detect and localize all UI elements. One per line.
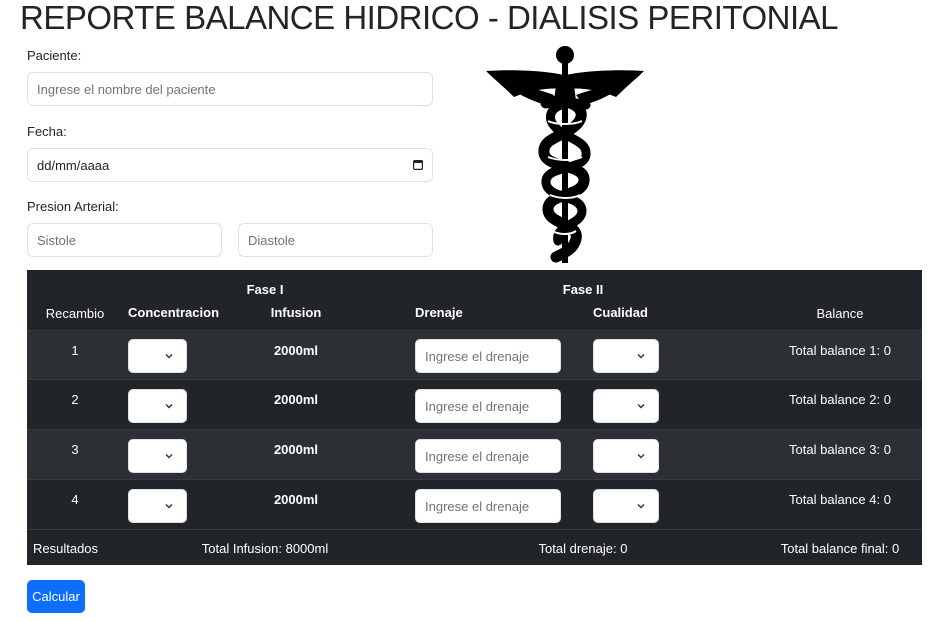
phase1-header: Fase I: [246, 282, 284, 297]
infusion-value: 2000ml: [273, 392, 319, 407]
row-balance: Total balance 1: 0: [789, 343, 891, 358]
chevron-down-icon: [165, 453, 173, 459]
chevron-down-icon: [637, 453, 645, 459]
col-infusion: Infusion: [270, 305, 322, 320]
concentration-select[interactable]: [128, 489, 187, 523]
drain-input[interactable]: Ingrese el drenaje: [415, 489, 561, 523]
table-header: Fase I Fase II Recambio Concentracion In…: [27, 270, 922, 330]
col-drenaje: Drenaje: [415, 305, 463, 320]
col-cualidad: Cualidad: [593, 305, 648, 320]
blood-pressure-label: Presion Arterial:: [27, 199, 119, 214]
col-balance: Balance: [816, 306, 864, 321]
drain-input[interactable]: Ingrese el drenaje: [415, 389, 561, 423]
drain-input[interactable]: Ingrese el drenaje: [415, 439, 561, 473]
infusion-value: 2000ml: [273, 442, 319, 457]
calendar-icon[interactable]: [413, 159, 423, 170]
date-placeholder: dd/mm/aaaa: [37, 157, 110, 173]
infusion-value: 2000ml: [273, 492, 319, 507]
quality-select[interactable]: [593, 389, 659, 423]
results-row: Resultados Total Infusion: 8000ml Total …: [27, 529, 922, 566]
row-number: 1: [71, 343, 79, 358]
calculate-button[interactable]: Calcular: [27, 580, 85, 613]
row-balance: Total balance 4: 0: [789, 492, 891, 507]
results-label: Resultados: [33, 541, 99, 556]
quality-select[interactable]: [593, 439, 659, 473]
concentration-select[interactable]: [128, 339, 187, 373]
chevron-down-icon: [637, 353, 645, 359]
diastolic-input[interactable]: Diastole: [238, 223, 433, 257]
systolic-input[interactable]: Sistole: [27, 223, 222, 257]
row-number: 3: [71, 442, 79, 457]
infusion-value: 2000ml: [273, 343, 319, 358]
col-recambio: Recambio: [45, 306, 105, 321]
row-number: 4: [71, 492, 79, 507]
quality-select[interactable]: [593, 489, 659, 523]
chevron-down-icon: [165, 403, 173, 409]
table-row: 3 2000ml Ingrese el drenaje Total balanc…: [27, 429, 922, 480]
total-drenaje: Total drenaje: 0: [538, 541, 628, 556]
caduceus-icon: [486, 46, 644, 263]
quality-select[interactable]: [593, 339, 659, 373]
drain-input[interactable]: Ingrese el drenaje: [415, 339, 561, 373]
date-input[interactable]: dd/mm/aaaa: [27, 148, 433, 182]
row-balance: Total balance 2: 0: [789, 392, 891, 407]
chevron-down-icon: [637, 403, 645, 409]
phase2-header: Fase II: [562, 282, 604, 297]
chevron-down-icon: [165, 353, 173, 359]
table-row: 4 2000ml Ingrese el drenaje Total balanc…: [27, 479, 922, 530]
balance-table: Fase I Fase II Recambio Concentracion In…: [27, 270, 922, 565]
table-row: 1 2000ml Ingrese el drenaje Total balanc…: [27, 330, 922, 380]
concentration-select[interactable]: [128, 389, 187, 423]
row-balance: Total balance 3: 0: [789, 442, 891, 457]
chevron-down-icon: [165, 503, 173, 509]
patient-label: Paciente:: [27, 48, 82, 63]
date-label: Fecha:: [27, 124, 67, 139]
total-balance-final: Total balance final: 0: [780, 541, 900, 556]
table-row: 2 2000ml Ingrese el drenaje Total balanc…: [27, 379, 922, 430]
concentration-select[interactable]: [128, 439, 187, 473]
chevron-down-icon: [637, 503, 645, 509]
row-number: 2: [71, 392, 79, 407]
page-title: REPORTE BALANCE HIDRICO - DIALISIS PERIT…: [20, 0, 839, 36]
col-concentracion: Concentracion: [128, 305, 220, 320]
patient-input[interactable]: Ingrese el nombre del paciente: [27, 72, 433, 106]
total-infusion: Total Infusion: 8000ml: [201, 541, 329, 556]
